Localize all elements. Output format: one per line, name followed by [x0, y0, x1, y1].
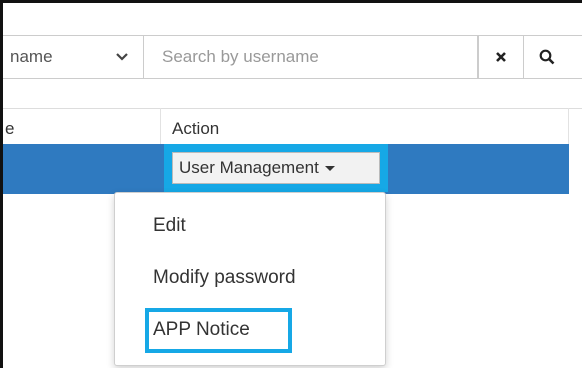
clear-button[interactable] [478, 35, 524, 79]
menu-item-edit[interactable]: Edit [153, 215, 186, 237]
search-field-value: name [10, 47, 53, 66]
search-field-select[interactable]: name [3, 35, 143, 79]
search-button[interactable] [523, 35, 582, 79]
column-separator [160, 108, 161, 144]
column-separator [568, 108, 569, 144]
user-management-label: User Management [179, 158, 319, 177]
column-header-name[interactable]: e [5, 119, 14, 139]
column-header-action[interactable]: Action [172, 119, 219, 139]
app-notice-highlight [145, 308, 292, 353]
caret-down-icon [324, 165, 335, 171]
table-top-border [3, 108, 582, 109]
table-row-edge [569, 144, 582, 194]
user-management-button[interactable]: User Management [172, 152, 380, 184]
search-icon [539, 49, 555, 65]
menu-item-modify-password[interactable]: Modify password [153, 267, 296, 289]
chevron-down-icon [116, 53, 128, 61]
search-input[interactable] [143, 35, 478, 79]
user-management-button-highlight[interactable]: User Management [164, 144, 388, 192]
close-icon [496, 52, 506, 62]
